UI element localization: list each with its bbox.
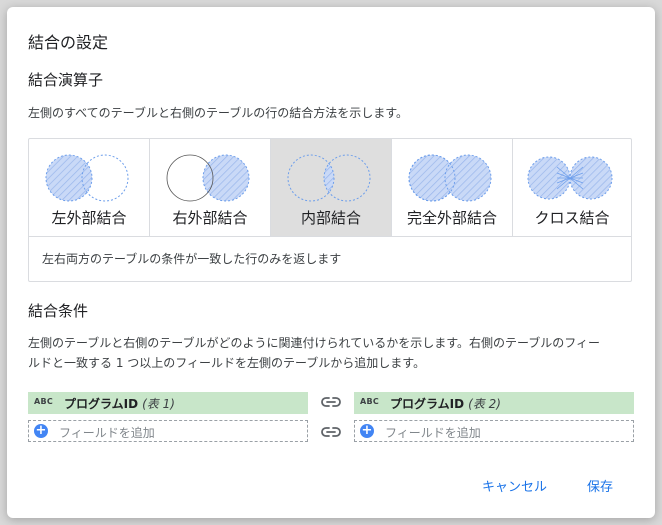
right-add-field-button[interactable]: + フィールドを追加	[354, 420, 634, 442]
condition-description-line1: 左側のテーブルと右側のテーブルがどのように関連付けられているかを示します。右側の…	[28, 336, 601, 350]
join-option-label: 左外部結合	[51, 209, 127, 227]
link-icon[interactable]	[320, 395, 342, 409]
left-outer-join-icon	[45, 154, 129, 202]
add-icon: +	[360, 423, 374, 438]
join-option-left-outer[interactable]: 左外部結合	[29, 139, 150, 236]
field-table-name: (表 2)	[468, 397, 501, 411]
operator-description: 左側のすべてのテーブルと右側のテーブルの行の結合方法を示します。	[28, 106, 409, 120]
field-name: プログラムID (表 2)	[390, 397, 501, 411]
left-join-field[interactable]: ABC プログラムID (表 1)	[28, 392, 308, 414]
join-operator-panel: 左外部結合 右外部結合 内部結合 完全外部結合 クロス結合 左右両方のテーブルの…	[28, 138, 632, 282]
right-outer-join-icon	[166, 154, 250, 202]
condition-description-line2: ルドと一致する 1 つ以上のフィールドを左側のテーブルから追加します。	[28, 356, 426, 370]
join-option-inner[interactable]: 内部結合	[271, 139, 392, 236]
condition-heading: 結合条件	[28, 302, 89, 320]
left-add-field-button[interactable]: + フィールドを追加	[28, 420, 308, 442]
join-option-label: 完全外部結合	[406, 209, 497, 227]
text-type-badge: ABC	[360, 397, 380, 406]
text-type-badge: ABC	[34, 397, 54, 406]
join-type-options: 左外部結合 右外部結合 内部結合 完全外部結合 クロス結合	[29, 139, 631, 236]
add-field-placeholder: フィールドを追加	[385, 426, 481, 440]
join-option-right-outer[interactable]: 右外部結合	[150, 139, 271, 236]
join-type-description: 左右両方のテーブルの条件が一致した行のみを返します	[42, 252, 342, 266]
join-option-label: 内部結合	[300, 209, 361, 227]
inner-join-icon	[287, 154, 371, 202]
add-icon: +	[34, 423, 48, 438]
field-name: プログラムID (表 1)	[64, 397, 175, 411]
dialog-title: 結合の設定	[28, 33, 109, 52]
link-icon[interactable]	[320, 425, 342, 439]
join-option-label: 右外部結合	[172, 209, 248, 227]
join-option-cross[interactable]: クロス結合	[513, 139, 631, 236]
join-settings-dialog: 結合の設定 結合演算子 左側のすべてのテーブルと右側のテーブルの行の結合方法を示…	[7, 7, 655, 518]
save-button[interactable]: 保存	[587, 476, 613, 495]
cancel-button[interactable]: キャンセル	[482, 476, 547, 495]
join-option-full-outer[interactable]: 完全外部結合	[392, 139, 513, 236]
cross-join-icon	[527, 156, 613, 200]
operator-heading: 結合演算子	[28, 71, 104, 89]
divider	[29, 236, 631, 237]
join-option-label: クロス結合	[534, 209, 610, 227]
right-join-field[interactable]: ABC プログラムID (表 2)	[354, 392, 634, 414]
add-field-placeholder: フィールドを追加	[59, 426, 155, 440]
full-outer-join-icon	[408, 154, 492, 202]
field-table-name: (表 1)	[142, 397, 175, 411]
